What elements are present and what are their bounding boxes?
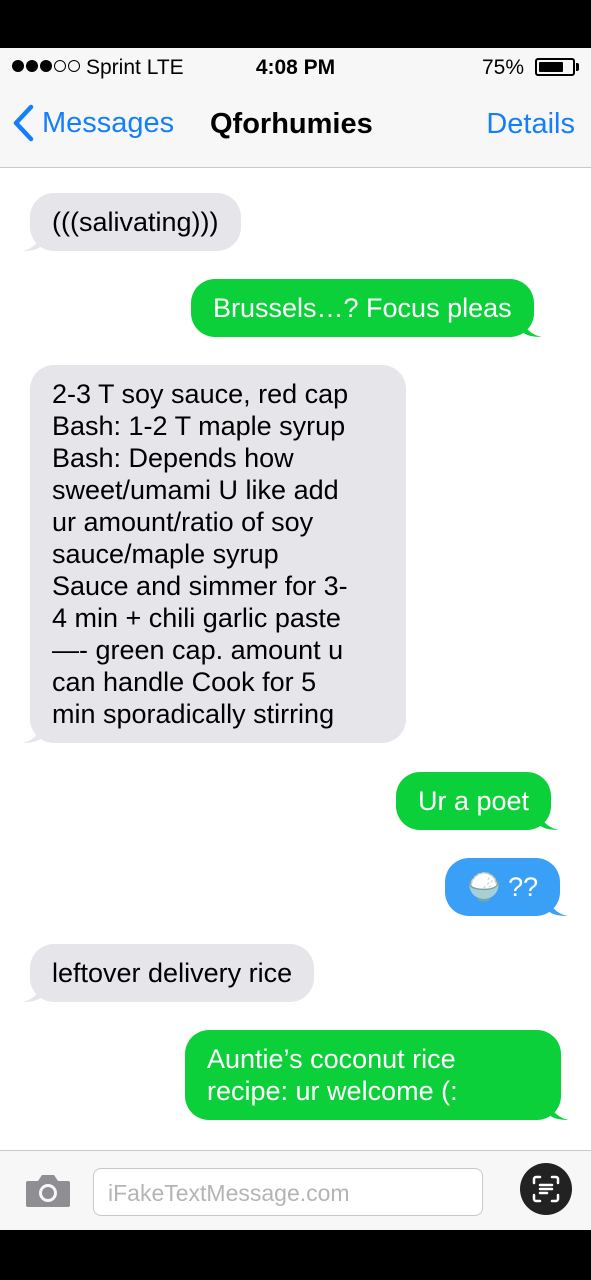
back-button[interactable]: Messages: [12, 104, 174, 142]
status-bar: Sprint LTE 4:08 PM 75%: [0, 48, 591, 86]
message-text: 🍚 ??: [467, 872, 539, 902]
battery-icon: [535, 58, 575, 76]
message-line: min sporadically stirring: [52, 699, 335, 729]
battery-level-fill: [539, 62, 563, 72]
message-input[interactable]: iFakeTextMessage.com: [93, 1168, 483, 1216]
compose-bar: iFakeTextMessage.com: [0, 1150, 591, 1230]
message-line: Bash: 1-2 T maple syrup: [52, 411, 346, 441]
message-bubble-outgoing[interactable]: Brussels…? Focus pleas: [191, 279, 542, 337]
message-line: 2-3 T soy sauce, red cap: [52, 379, 349, 409]
battery-percent: 75%: [482, 56, 525, 79]
message-input-placeholder: iFakeTextMessage.com: [108, 1180, 350, 1206]
camera-button[interactable]: [24, 1173, 72, 1214]
message-text: leftover delivery rice: [52, 958, 293, 988]
message-line: 4 min + chili garlic paste: [52, 603, 341, 633]
messages-screen: Sprint LTE 4:08 PM 75% Messages Qforhumi…: [0, 48, 591, 1230]
scan-text-button[interactable]: [520, 1163, 572, 1215]
message-bubble-incoming[interactable]: leftover delivery rice: [22, 944, 315, 1002]
battery-tip: [576, 63, 579, 71]
message-bubble-incoming[interactable]: (((salivating))): [22, 193, 241, 251]
navigation-bar: Messages Qforhumies Details: [0, 86, 591, 168]
message-bubble-imessage[interactable]: 🍚 ??: [445, 858, 569, 916]
message-line: sweet/umami U like add: [52, 475, 339, 505]
message-text: Brussels…? Focus pleas: [213, 293, 512, 323]
camera-icon: [26, 1175, 70, 1207]
message-line: recipe: ur welcome (:: [207, 1076, 458, 1106]
message-bubble-outgoing[interactable]: Auntie’s coconut rice recipe: ur welcome…: [185, 1030, 569, 1120]
message-line: sauce/maple syrup: [52, 539, 279, 569]
message-thread[interactable]: (((salivating))) Brussels…? Focus pleas …: [0, 168, 591, 1150]
details-button[interactable]: Details: [486, 108, 575, 141]
conversation-title: Qforhumies: [210, 108, 373, 140]
chevron-left-icon: [13, 104, 34, 142]
scan-text-icon: [532, 1175, 560, 1203]
message-line: —- green cap. amount u: [52, 635, 344, 665]
message-line: ur amount/ratio of soy: [52, 507, 314, 537]
message-line: Bash: Depends how: [52, 443, 294, 473]
message-bubble-outgoing[interactable]: Ur a poet: [396, 772, 560, 830]
back-label: Messages: [42, 106, 175, 139]
message-line: Auntie’s coconut rice: [207, 1044, 456, 1074]
message-line: can handle Cook for 5: [52, 667, 317, 697]
message-bubble-incoming[interactable]: 2-3 T soy sauce, red cap Bash: 1-2 T map…: [22, 365, 406, 743]
message-text: Ur a poet: [418, 786, 530, 816]
message-line: Sauce and simmer for 3-: [52, 571, 348, 601]
message-text: (((salivating))): [52, 207, 219, 237]
